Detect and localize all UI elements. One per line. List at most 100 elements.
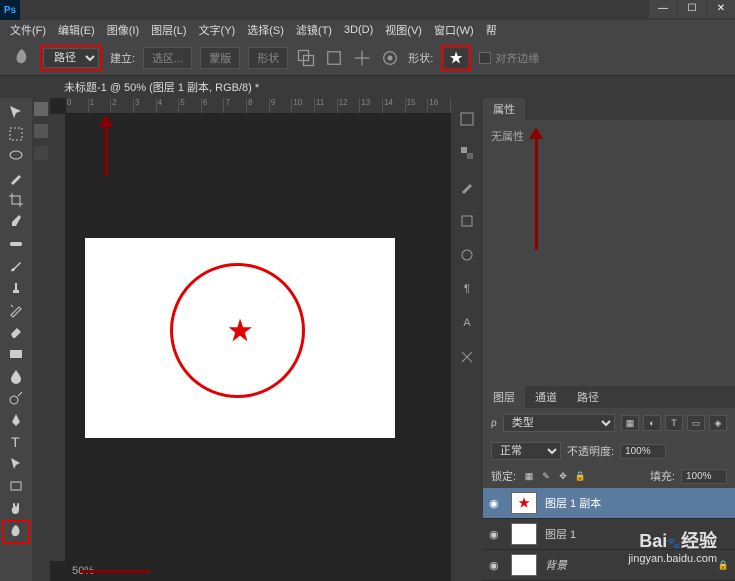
paths-tab[interactable]: 路径 xyxy=(567,386,609,408)
visibility-icon[interactable]: ◉ xyxy=(489,497,503,510)
layer-kind-select[interactable]: 类型 xyxy=(503,414,615,432)
character-icon[interactable]: A xyxy=(455,312,479,334)
visibility-icon[interactable]: ◉ xyxy=(489,559,503,572)
brush-preset-icon[interactable] xyxy=(455,176,479,198)
rectangle-tool[interactable] xyxy=(4,476,28,496)
eyedropper-tool[interactable] xyxy=(4,212,28,232)
hand-tool[interactable] xyxy=(4,498,28,518)
menu-window[interactable]: 窗口(W) xyxy=(428,22,480,38)
swatch[interactable] xyxy=(34,146,48,160)
move-tool[interactable] xyxy=(4,102,28,122)
menu-view[interactable]: 视图(V) xyxy=(379,22,428,38)
layer-name: 图层 1 副本 xyxy=(545,495,601,511)
mask-button[interactable]: 蒙版 xyxy=(200,47,240,69)
annotation-arrow xyxy=(535,130,538,250)
wand-tool[interactable] xyxy=(4,168,28,188)
gradient-tool[interactable] xyxy=(4,344,28,364)
blend-mode-select[interactable]: 正常 xyxy=(491,442,561,460)
history-icon[interactable] xyxy=(455,108,479,130)
blur-tool[interactable] xyxy=(4,366,28,386)
opacity-label: 不透明度: xyxy=(567,443,614,459)
minimize-button[interactable]: — xyxy=(649,0,677,18)
eraser-tool[interactable] xyxy=(4,322,28,342)
path-arrange-icon[interactable] xyxy=(352,48,372,68)
menu-image[interactable]: 图像(I) xyxy=(101,22,145,38)
pen-tool[interactable] xyxy=(4,410,28,430)
close-button[interactable]: ✕ xyxy=(707,0,735,18)
menu-edit[interactable]: 编辑(E) xyxy=(52,22,101,38)
document-tab[interactable]: 未标题-1 @ 50% (图层 1 副本, RGB/8) * xyxy=(54,76,269,98)
lasso-tool[interactable] xyxy=(4,146,28,166)
dodge-tool[interactable] xyxy=(4,388,28,408)
panels-area: 属性 无属性 图层 通道 路径 ρ 类型 ▦ ◐ T ▭ ◈ xyxy=(483,98,735,581)
history-brush-tool[interactable] xyxy=(4,300,28,320)
crop-tool[interactable] xyxy=(4,190,28,210)
build-label: 建立: xyxy=(110,50,135,66)
tools-icon[interactable] xyxy=(455,346,479,368)
lock-label: 锁定: xyxy=(491,468,516,484)
shape-button[interactable]: 形状 xyxy=(248,47,288,69)
path-merge-icon[interactable] xyxy=(296,48,316,68)
menu-3d[interactable]: 3D(D) xyxy=(338,24,379,36)
collapsed-panels: ¶ A xyxy=(451,98,483,581)
gear-icon[interactable] xyxy=(380,48,400,68)
layers-tab[interactable]: 图层 xyxy=(483,386,525,408)
menu-help[interactable]: 帮 xyxy=(480,22,503,38)
canvas[interactable] xyxy=(85,238,395,438)
lock-image-icon[interactable]: ✎ xyxy=(539,469,553,483)
swatch[interactable] xyxy=(34,102,48,116)
stamp-tool[interactable] xyxy=(4,278,28,298)
visibility-icon[interactable]: ◉ xyxy=(489,528,503,541)
fill-label: 填充: xyxy=(650,468,675,484)
app-logo: Ps xyxy=(0,0,20,20)
layer-name: 背景 xyxy=(545,557,567,573)
filter-adjust-icon[interactable]: ◐ xyxy=(643,415,661,431)
tools-panel: T xyxy=(0,98,32,581)
align-edges-checkbox[interactable]: 对齐边缘 xyxy=(479,50,539,66)
fill-input[interactable] xyxy=(681,469,727,484)
layer-item[interactable]: ◉ 图层 1 副本 xyxy=(483,488,735,519)
filter-smart-icon[interactable]: ◈ xyxy=(709,415,727,431)
swatch[interactable] xyxy=(34,124,48,138)
lock-icon: 🔒 xyxy=(718,560,729,571)
filter-type-icon[interactable]: T xyxy=(665,415,683,431)
custom-shape-tool[interactable] xyxy=(2,520,30,544)
tool-mode-select[interactable]: 路径 xyxy=(43,48,99,68)
watermark: Bai🐾经验 jingyan.baidu.com xyxy=(628,527,717,565)
heal-tool[interactable] xyxy=(4,234,28,254)
filter-shape-icon[interactable]: ▭ xyxy=(687,415,705,431)
channels-tab[interactable]: 通道 xyxy=(525,386,567,408)
menu-type[interactable]: 文字(Y) xyxy=(193,22,242,38)
paragraph-icon[interactable]: ¶ xyxy=(455,278,479,300)
annotation-arrow xyxy=(80,570,150,573)
filter-pixel-icon[interactable]: ▦ xyxy=(621,415,639,431)
selection-button[interactable]: 选区... xyxy=(143,47,192,69)
lock-position-icon[interactable]: ✥ xyxy=(556,469,570,483)
ruler-horizontal: 01 23 45 67 89 1011 1213 1415 16 xyxy=(66,98,451,114)
opacity-input[interactable] xyxy=(620,444,666,459)
path-select-tool[interactable] xyxy=(4,454,28,474)
brush-tool[interactable] xyxy=(4,256,28,276)
shape-picker[interactable] xyxy=(444,48,468,68)
menubar: 文件(F) 编辑(E) 图像(I) 图层(L) 文字(Y) 选择(S) 滤镜(T… xyxy=(0,20,735,40)
styles-icon[interactable] xyxy=(455,244,479,266)
lock-transparent-icon[interactable]: ▦ xyxy=(522,469,536,483)
properties-tab[interactable]: 属性 xyxy=(483,98,525,120)
shape-tool-icon xyxy=(12,48,32,68)
menu-filter[interactable]: 滤镜(T) xyxy=(290,22,338,38)
path-align-icon[interactable] xyxy=(324,48,344,68)
options-bar: 路径 建立: 选区... 蒙版 形状 形状: 对齐边缘 xyxy=(0,40,735,76)
marquee-tool[interactable] xyxy=(4,124,28,144)
maximize-button[interactable]: ☐ xyxy=(678,0,706,18)
menu-layer[interactable]: 图层(L) xyxy=(145,22,192,38)
color-icon[interactable] xyxy=(455,142,479,164)
menu-select[interactable]: 选择(S) xyxy=(241,22,290,38)
menu-file[interactable]: 文件(F) xyxy=(4,22,52,38)
canvas-area: 01 23 45 67 89 1011 1213 1415 16 50% xyxy=(50,98,451,581)
properties-body: 无属性 xyxy=(483,120,735,386)
actions-icon[interactable] xyxy=(455,210,479,232)
type-tool[interactable]: T xyxy=(4,432,28,452)
lock-all-icon[interactable]: 🔒 xyxy=(573,469,587,483)
layer-thumb xyxy=(511,523,537,545)
svg-text:T: T xyxy=(11,434,20,450)
